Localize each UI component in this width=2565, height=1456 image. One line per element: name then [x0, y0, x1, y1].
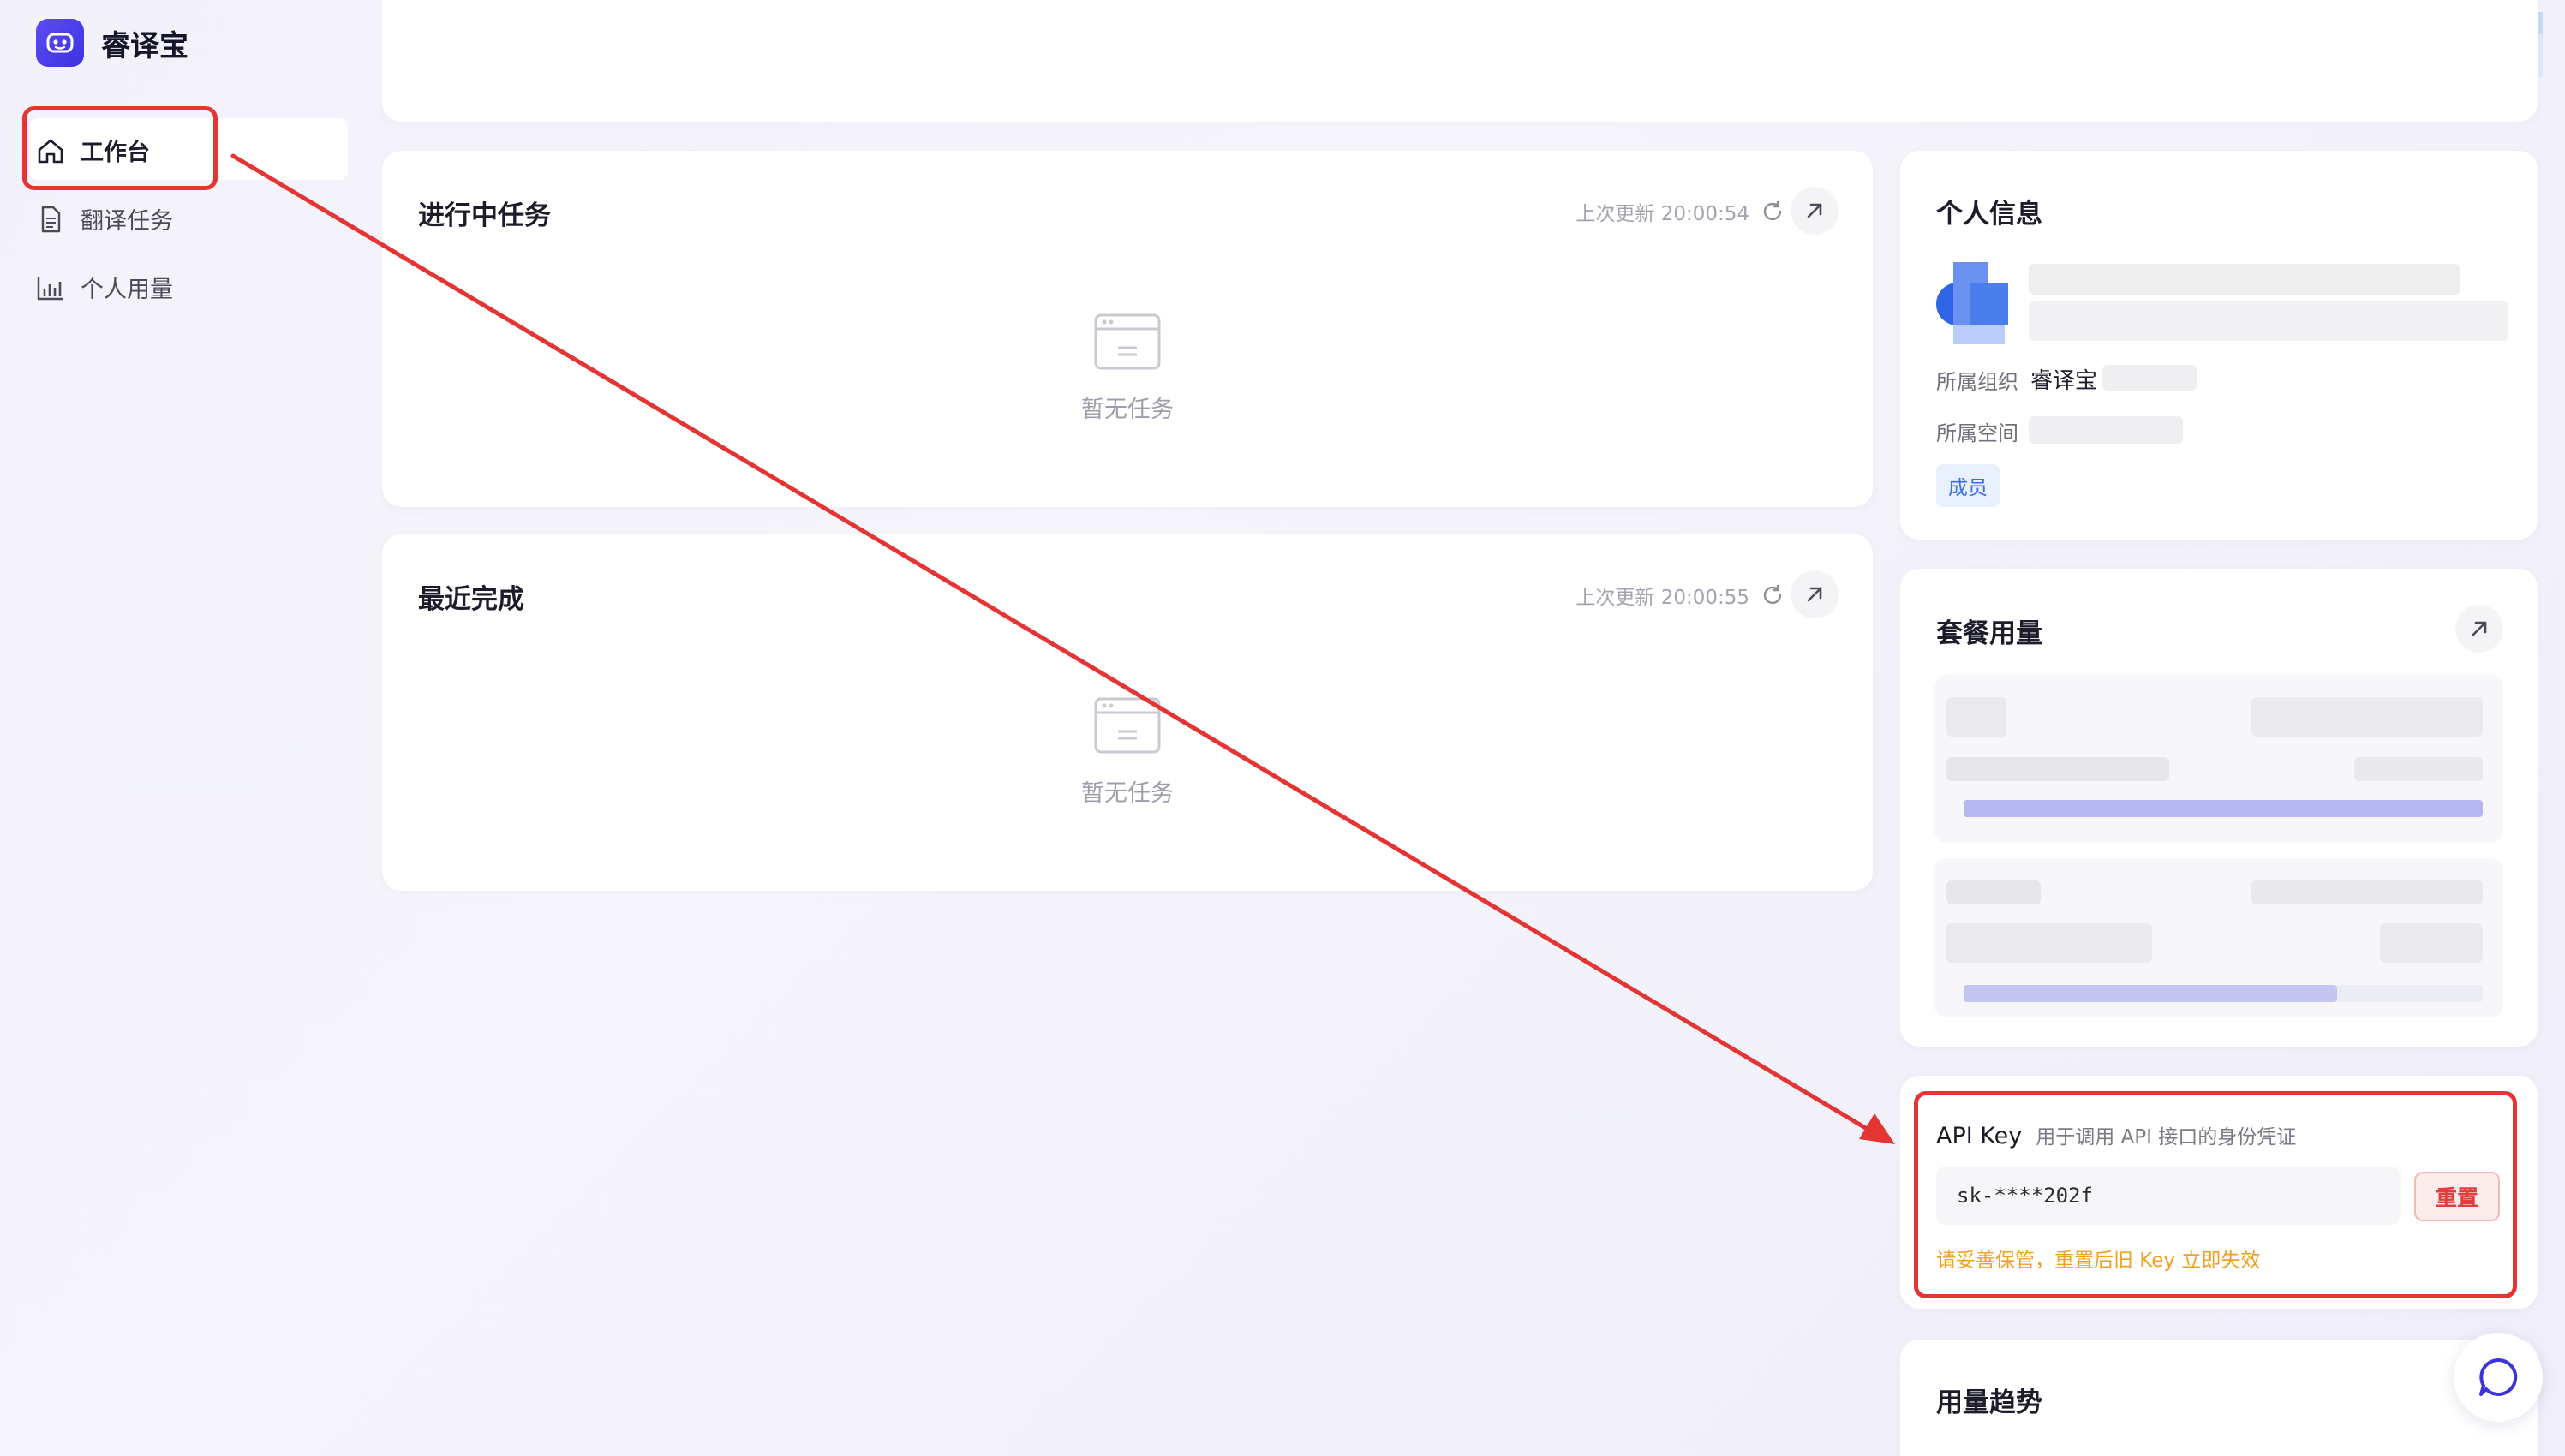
usage-trend-card: 用量趋势 — [1900, 1340, 2538, 1456]
space-label: 所属空间 — [1936, 421, 2018, 445]
home-icon — [38, 139, 63, 163]
arrow-up-right-icon — [2472, 621, 2487, 636]
logo-robot-icon — [36, 19, 84, 67]
sidebar-item-label: 个人用量 — [81, 277, 173, 303]
open-plan-button[interactable] — [2455, 605, 2503, 653]
usage-bar-track — [1964, 800, 2483, 817]
org-value: 睿译宝 — [2030, 368, 2098, 394]
api-key-heading: API Key — [1936, 1123, 2023, 1149]
sidebar-item-personal-usage[interactable]: 个人用量 — [36, 271, 173, 304]
usage-bar-track — [1964, 985, 2483, 1002]
top-card-partial — [382, 0, 2538, 122]
arrow-up-right-icon — [1807, 203, 1822, 218]
arrow-up-right-icon — [1807, 587, 1822, 602]
empty-state: 暂无任务 — [999, 697, 1256, 808]
last-updated: 上次更新 20:00:55 — [1575, 581, 1784, 610]
last-updated-text: 上次更新 20:00:55 — [1575, 587, 1749, 609]
usage-block — [1934, 858, 2503, 1017]
card-title: 个人信息 — [1936, 199, 2042, 230]
app-logo[interactable]: 睿译宝 — [36, 19, 188, 67]
app-name: 睿译宝 — [101, 28, 188, 63]
profile-avatar — [1936, 262, 2008, 344]
redacted-email — [2029, 301, 2508, 341]
in-progress-tasks-card: 进行中任务 上次更新 20:00:54 暂无任务 — [382, 151, 1873, 507]
chat-bubble-icon — [2479, 1358, 2518, 1396]
redacted-org-suffix — [2102, 365, 2197, 391]
open-in-progress-button[interactable] — [1791, 187, 1839, 235]
profile-card: 个人信息 所属组织 睿译宝 所属空间 成员 — [1900, 151, 2538, 540]
refresh-icon[interactable] — [1761, 200, 1784, 223]
empty-text: 暂无任务 — [1081, 780, 1174, 807]
recently-completed-card: 最近完成 上次更新 20:00:55 暂无任务 — [382, 534, 1873, 891]
api-key-description: 用于调用 API 接口的身份凭证 — [2036, 1126, 2297, 1149]
last-updated-text: 上次更新 20:00:54 — [1575, 203, 1749, 225]
usage-block — [1934, 675, 2503, 843]
api-key-warning: 请妥善保管，重置后旧 Key 立即失效 — [1936, 1250, 2261, 1272]
file-icon — [41, 206, 61, 232]
role-badge: 成员 — [1936, 464, 2000, 507]
sidebar-item-label: 翻译任务 — [81, 208, 173, 235]
redacted-username — [2029, 264, 2460, 295]
reset-key-button[interactable]: 重置 — [2414, 1172, 2500, 1221]
api-key-title: API Key 用于调用 API 接口的身份凭证 — [1936, 1120, 2296, 1149]
plan-usage-card: 套餐用量 — [1900, 569, 2538, 1047]
card-title: 进行中任务 — [418, 200, 551, 231]
redacted-space — [2029, 416, 2183, 444]
sidebar-item-workbench[interactable]: 工作台 — [36, 134, 150, 167]
empty-box-icon — [1094, 313, 1161, 370]
open-recent-button[interactable] — [1791, 570, 1839, 618]
empty-text: 暂无任务 — [1081, 397, 1174, 423]
card-title: 用量趋势 — [1936, 1387, 2042, 1418]
card-title: 最近完成 — [418, 584, 524, 615]
last-updated: 上次更新 20:00:54 — [1575, 197, 1784, 226]
bar-chart-icon — [37, 276, 63, 300]
usage-bar-fill — [1964, 800, 2483, 817]
sidebar-item-translation-tasks[interactable]: 翻译任务 — [36, 202, 173, 236]
api-key-card: API Key 用于调用 API 接口的身份凭证 sk-****202f 重置 … — [1900, 1076, 2538, 1309]
sidebar-item-label: 工作台 — [81, 140, 150, 166]
org-label: 所属组织 — [1936, 370, 2018, 394]
chat-support-button[interactable] — [2454, 1333, 2543, 1422]
api-key-field[interactable]: sk-****202f — [1936, 1167, 2401, 1225]
card-title: 套餐用量 — [1936, 618, 2042, 649]
empty-state: 暂无任务 — [999, 313, 1256, 424]
empty-box-icon — [1094, 697, 1161, 754]
usage-bar-fill — [1964, 985, 2338, 1002]
refresh-icon[interactable] — [1761, 584, 1784, 606]
